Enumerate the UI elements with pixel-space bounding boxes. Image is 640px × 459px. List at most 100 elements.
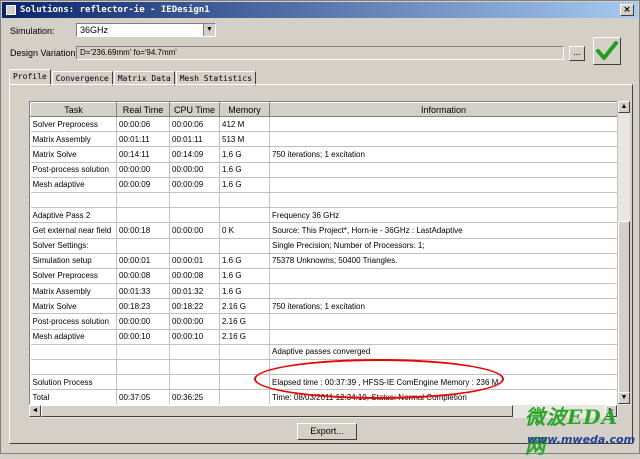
table-cell-task: Matrix Solve [30,146,117,163]
table-cell-cpu-time [169,359,220,376]
table-cell-task: Matrix Solve [30,298,117,315]
table-cell-cpu-time: 00:00:10 [169,329,220,345]
table-row[interactable]: Solver Preprocess 00:00:06 00:00:06 412 M [30,116,618,133]
table-cell-memory [219,389,270,404]
horizontal-scroll-thumb[interactable] [41,405,513,417]
table-cell-information: Source: This Project*, Horn-ie - 36GHz :… [269,222,618,239]
table-cell-cpu-time: 00:00:08 [169,268,220,285]
table-cell-memory: 513 M [219,131,270,148]
design-variation-browse-button[interactable]: ... [569,46,585,61]
table-row[interactable]: Adaptive Pass 2 Frequency 36 GHz [30,207,618,224]
table-row[interactable]: Simulation setup 00:00:01 00:00:01 1.6 G 753… [30,253,618,269]
close-button[interactable]: × [620,4,634,16]
table-row[interactable]: Mesh adaptive 00:00:09 00:00:09 1.6 G [30,177,618,193]
table-cell-cpu-time: 00:00:00 [169,222,220,239]
table-row[interactable]: Matrix Assembly 00:01:33 00:01:32 1.6 G [30,283,618,300]
export-button[interactable]: Export... [297,423,357,440]
table-row[interactable]: Adaptive passes converged [30,344,618,361]
table-cell-memory: 0 K [219,222,270,239]
design-variation-field: D='236.69mm' fo='94.7mm' [76,46,564,60]
table-cell-cpu-time: 00:00:09 [169,177,220,193]
table-cell-information [269,192,618,209]
table-cell-memory: 2.16 G [219,298,270,315]
check-icon [596,41,618,60]
table-cell-cpu-time: 00:18:22 [169,298,220,315]
simulation-select[interactable]: 36GHz ▼ [76,23,216,37]
table-cell-task: Mesh adaptive [30,329,117,345]
table-cell-information: Adaptive passes converged [269,344,618,361]
table-row[interactable]: Solver Settings: Single Precision; Number… [30,238,618,254]
window-title: Solutions: reflector-ie - IEDesign1 [20,5,210,15]
table-cell-real-time [116,374,170,391]
validation-check-icon [593,37,621,65]
table-cell-real-time [116,344,170,361]
simulation-label: Simulation: [10,26,55,36]
table-cell-cpu-time: 00:36:25 [169,389,220,404]
column-header-real-time[interactable]: Real Time [116,102,170,117]
app-icon [6,5,16,15]
table-cell-task [30,192,117,209]
scroll-left-arrow-icon[interactable]: ◄ [29,405,41,417]
table-cell-real-time: 00:00:06 [116,116,170,133]
solutions-window: Solutions: reflector-ie - IEDesign1 × Si… [0,0,640,458]
title-bar[interactable]: Solutions: reflector-ie - IEDesign1 × [2,2,638,18]
column-header-cpu-time[interactable]: CPU Time [169,102,220,117]
watermark-url: www.mweda.com [527,433,636,446]
chevron-down-icon[interactable]: ▼ [203,24,215,36]
column-header-memory[interactable]: Memory [219,102,270,117]
table-cell-task: Adaptive Pass 2 [30,207,117,224]
profile-table: Task Real Time CPU Time Memory Informati… [30,102,618,404]
table-cell-task: Solution Process [30,374,117,391]
table-cell-task: Solver Preprocess [30,268,117,285]
table-cell-task [30,359,117,376]
table-row[interactable]: Post-process solution 00:00:00 00:00:00 1.6… [30,162,618,178]
table-cell-memory [219,344,270,361]
table-cell-information [269,131,618,148]
table-cell-real-time: 00:01:11 [116,131,170,148]
table-header-row: Task Real Time CPU Time Memory Informati… [30,102,618,117]
table-cell-task: Solver Settings: [30,238,117,254]
table-row[interactable]: Post-process solution 00:00:00 00:00:00 2.1… [30,313,618,330]
table-cell-real-time [116,238,170,254]
watermark-text: 微波EDA网 [525,405,619,458]
table-cell-information [269,313,618,330]
table-cell-cpu-time: 00:00:01 [169,253,220,269]
simulation-value: 36GHz [80,25,109,35]
table-row[interactable]: Matrix Assembly 00:01:11 00:01:11 513 M [30,131,618,148]
table-cell-task: Total [30,389,117,404]
table-cell-real-time: 00:00:09 [116,177,170,193]
table-cell-memory: 1.6 G [219,268,270,285]
table-cell-task: Post-process solution [30,313,117,330]
table-row[interactable]: Mesh adaptive 00:00:10 00:00:10 2.16 G [30,329,618,345]
watermark: 微波EDA网 www.mweda.com [521,401,636,458]
table-cell-cpu-time [169,238,220,254]
design-variation-label: Design Variation: [10,48,78,58]
design-variation-value: D='236.69mm' fo='94.7mm' [80,48,177,57]
column-header-task[interactable]: Task [30,102,117,117]
table-row[interactable]: Get external near field 00:00:18 00:00:00 0… [30,222,618,239]
table-cell-cpu-time [169,344,220,361]
table-cell-task: Solver Preprocess [30,116,117,133]
table-cell-real-time: 00:00:01 [116,253,170,269]
table-cell-task: Matrix Assembly [30,131,117,148]
vertical-scrollbar[interactable]: ▲ ▼ [617,101,630,405]
table-cell-information [269,329,618,345]
table-cell-information [269,268,618,285]
vertical-scroll-thumb[interactable] [618,221,630,393]
table-cell-cpu-time: 00:01:11 [169,131,220,148]
table-row[interactable] [30,192,618,209]
table-cell-memory: 1.6 G [219,253,270,269]
table-cell-memory [219,192,270,209]
scroll-up-arrow-icon[interactable]: ▲ [618,101,630,113]
table-row[interactable]: Solver Preprocess 00:00:08 00:00:08 1.6 G [30,268,618,285]
table-row[interactable]: Matrix Solve 00:18:23 00:18:22 2.16 G 750 it… [30,298,618,315]
table-cell-task: Matrix Assembly [30,283,117,300]
highlight-oval [254,359,504,399]
table-cell-cpu-time: 00:00:00 [169,313,220,330]
table-cell-memory: 2.16 G [219,313,270,330]
table-row[interactable]: Matrix Solve 00:14:11 00:14:09 1.6 G 750 ite… [30,146,618,163]
table-cell-memory [219,207,270,224]
column-header-information[interactable]: Information [269,102,618,117]
table-cell-task: Get external near field [30,222,117,239]
table-cell-cpu-time [169,374,220,391]
